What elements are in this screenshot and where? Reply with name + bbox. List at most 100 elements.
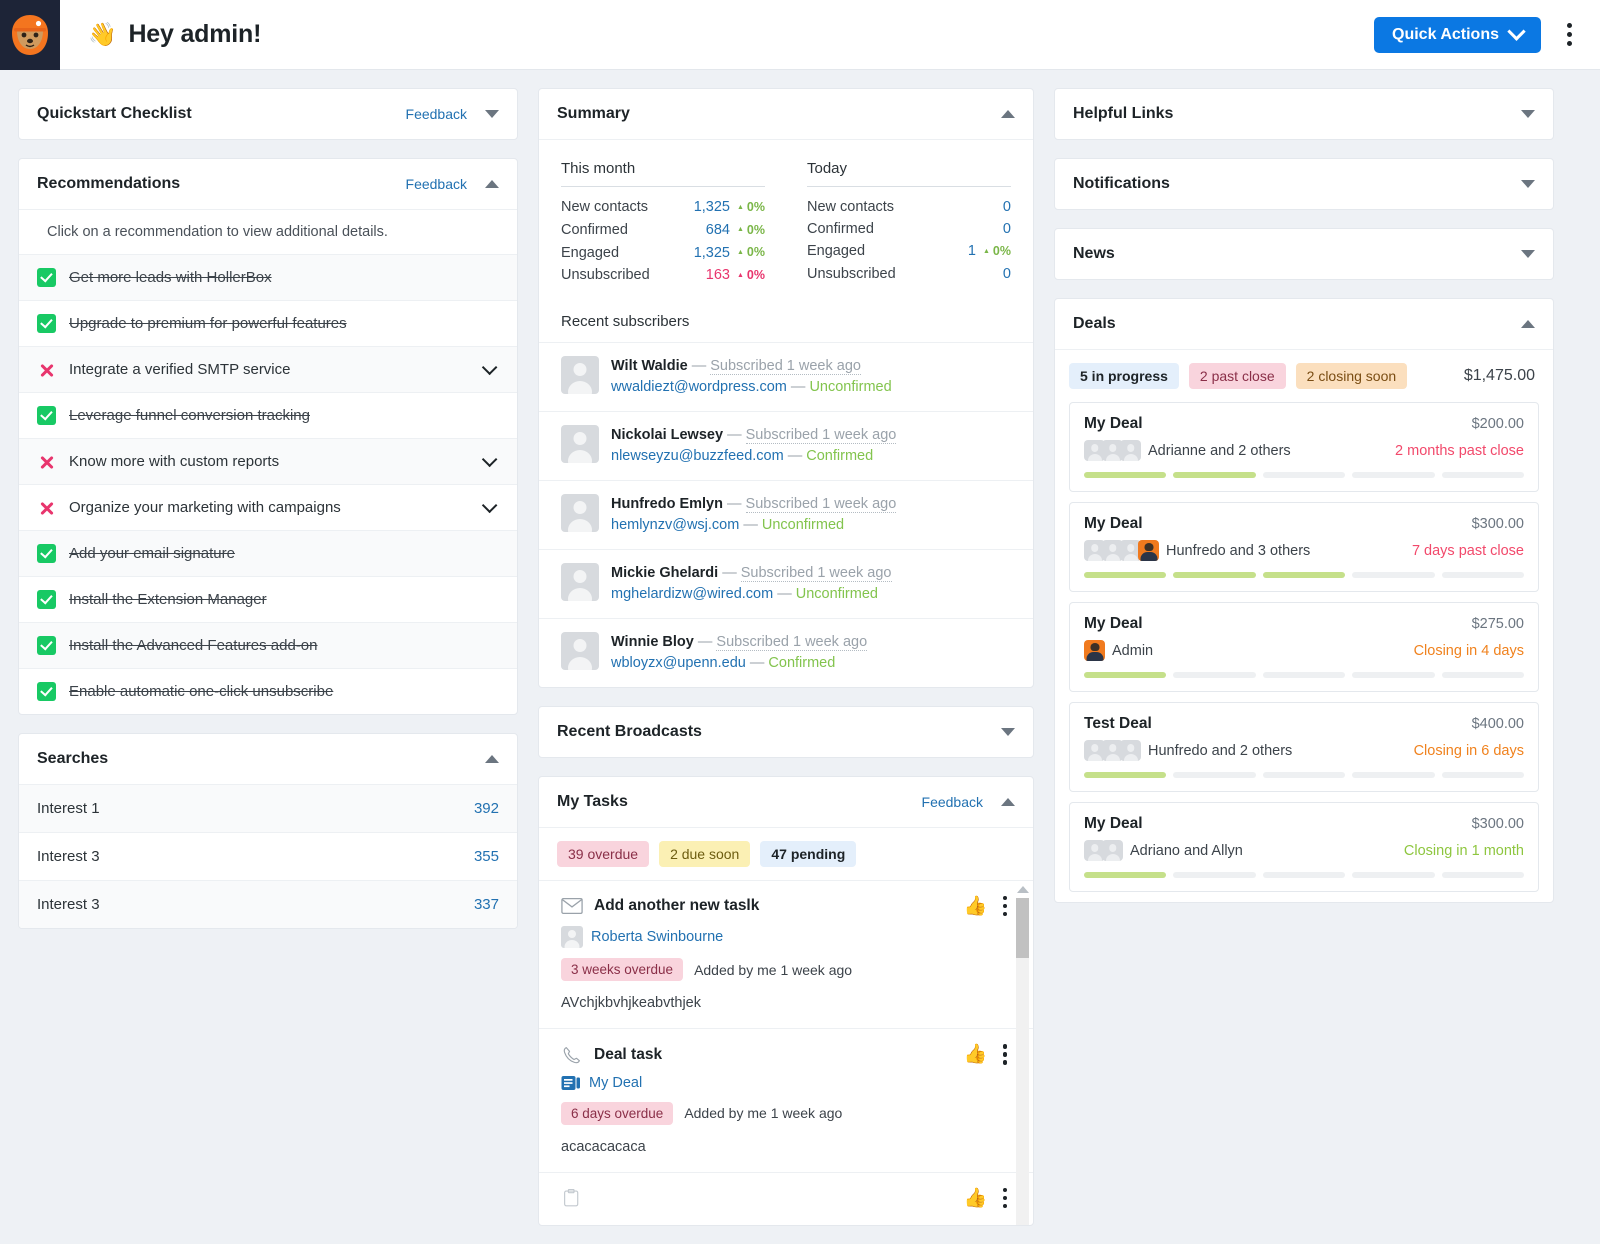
deal-card[interactable]: My Deal $300.00 Hunfredo and 3 others 7 … [1069, 502, 1539, 592]
app-logo[interactable] [0, 0, 60, 70]
task-added: Added by me 1 week ago [684, 1105, 843, 1122]
avatar [1120, 740, 1141, 761]
subscriber-when: Subscribed 1 week ago [710, 357, 861, 375]
recommendation-item[interactable]: Integrate a verified SMTP service [19, 346, 517, 392]
collapse-toggle-icon[interactable] [1521, 110, 1535, 118]
chip-past-close[interactable]: 2 past close [1188, 363, 1286, 389]
quickstart-feedback-link[interactable]: Feedback [406, 106, 467, 122]
task-deal-link[interactable]: My Deal [589, 1075, 642, 1091]
deal-card[interactable]: My Deal $200.00 Adrianne and 2 others 2 … [1069, 402, 1539, 492]
recommendation-item[interactable]: Enable automatic one-click unsubscribe [19, 668, 517, 714]
subscriber-email[interactable]: wwaldiezt@wordpress.com [611, 379, 787, 395]
separator: — [727, 426, 742, 443]
recommendation-item[interactable]: Get more leads with HollerBox [19, 254, 517, 300]
chevron-down-icon[interactable] [481, 451, 498, 468]
deal-status: Closing in 4 days [1413, 642, 1524, 659]
recommendation-label: Upgrade to premium for powerful features [69, 315, 347, 332]
deal-card[interactable]: My Deal $275.00 Admin Closing in 4 days [1069, 602, 1539, 692]
check-icon [37, 406, 56, 425]
searches-header: Searches [19, 734, 517, 784]
search-count: 355 [473, 848, 499, 865]
tasks-scrollbar[interactable] [1016, 885, 1029, 1226]
thumbs-up-icon[interactable]: 👍 [964, 1189, 988, 1208]
subscriber-email[interactable]: nlewseyzu@buzzfeed.com [611, 448, 784, 464]
recommendations-feedback-link[interactable]: Feedback [406, 176, 467, 192]
subscriber-row[interactable]: Wilt Waldie — Subscribed 1 week ago wwal… [539, 341, 1033, 411]
stat-label: Engaged [561, 244, 620, 261]
stat-label: Unsubscribed [807, 265, 896, 282]
search-row[interactable]: Interest 3 337 [19, 880, 517, 928]
search-row[interactable]: Interest 1 392 [19, 784, 517, 832]
collapse-toggle-icon[interactable] [1521, 320, 1535, 328]
collapse-toggle-icon[interactable] [485, 180, 499, 188]
news-card: News [1054, 228, 1554, 280]
task-person-link[interactable]: Roberta Swinbourne [591, 929, 723, 945]
deal-avatars [1084, 840, 1123, 861]
collapse-toggle-icon[interactable] [1001, 110, 1015, 118]
topbar-actions: Quick Actions [1374, 16, 1600, 53]
recommendation-item[interactable]: Leverage funnel conversion tracking [19, 392, 517, 438]
quick-actions-button[interactable]: Quick Actions [1374, 16, 1541, 53]
left-column: Quickstart Checklist Feedback Recommenda… [18, 88, 518, 947]
subscriber-row[interactable]: Hunfredo Emlyn — Subscribed 1 week ago h… [539, 479, 1033, 549]
thumbs-up-icon[interactable]: 👍 [964, 897, 988, 916]
stat-label: Confirmed [807, 221, 874, 237]
subscriber-name: Mickie Ghelardi [611, 564, 719, 581]
deal-card[interactable]: My Deal $300.00 Adriano and Allyn Closin… [1069, 802, 1539, 892]
subscriber-status: Unconfirmed [795, 585, 878, 602]
subscriber-row[interactable]: Nickolai Lewsey — Subscribed 1 week ago … [539, 410, 1033, 480]
chip-closing-soon[interactable]: 2 closing soon [1295, 363, 1408, 389]
recommendation-item[interactable]: Know more with custom reports [19, 438, 517, 484]
chip-due-soon[interactable]: 2 due soon [659, 840, 751, 867]
deal-card[interactable]: Test Deal $400.00 Hunfredo and 2 others … [1069, 702, 1539, 792]
my-tasks-feedback-link[interactable]: Feedback [922, 794, 983, 810]
chevron-down-icon[interactable] [481, 359, 498, 376]
task-menu-button[interactable] [999, 1187, 1012, 1209]
subscriber-email[interactable]: wbloyzx@upenn.edu [611, 655, 746, 671]
more-options-button[interactable] [1559, 17, 1580, 52]
task-item[interactable]: Add another new taslk 👍 Roberta Swinbour… [539, 879, 1033, 1029]
thumbs-up-icon[interactable]: 👍 [964, 1045, 988, 1064]
collapse-toggle-icon[interactable] [1521, 250, 1535, 258]
subscriber-email[interactable]: mghelardizw@wired.com [611, 586, 773, 602]
chip-overdue[interactable]: 39 overdue [557, 840, 650, 867]
recommendation-item[interactable]: Add your email signature [19, 530, 517, 576]
stat-label: New contacts [561, 199, 649, 216]
task-menu-button[interactable] [999, 1044, 1012, 1065]
collapse-toggle-icon[interactable] [1521, 180, 1535, 188]
separator: — [697, 633, 713, 650]
chevron-down-icon[interactable] [481, 497, 498, 514]
deal-amount: $300.00 [1471, 516, 1524, 532]
recommendation-item[interactable]: Install the Advanced Features add-on [19, 622, 517, 668]
collapse-toggle-icon[interactable] [485, 110, 499, 118]
summary-title: Summary [557, 105, 630, 122]
subscriber-row[interactable]: Winnie Bloy — Subscribed 1 week ago wblo… [539, 617, 1033, 687]
collapse-toggle-icon[interactable] [485, 755, 499, 763]
scrollbar-thumb[interactable] [1016, 897, 1029, 958]
check-icon [37, 590, 56, 609]
subscriber-when: Subscribed 1 week ago [740, 564, 892, 582]
recommendation-item[interactable]: Organize your marketing with campaigns [19, 484, 517, 530]
collapse-toggle-icon[interactable] [1001, 727, 1015, 736]
collapse-toggle-icon[interactable] [1001, 797, 1015, 806]
task-menu-button[interactable] [999, 895, 1012, 917]
subscriber-email[interactable]: hemlynzv@wsj.com [611, 517, 739, 533]
recommendations-header: Recommendations Feedback [19, 159, 517, 209]
recommendation-item[interactable]: Install the Extension Manager [19, 576, 517, 622]
search-count: 337 [473, 896, 499, 913]
deal-amount: $200.00 [1471, 416, 1524, 432]
chip-in-progress[interactable]: 5 in progress [1069, 363, 1179, 389]
deals-summary-bar: 5 in progress 2 past close 2 closing soo… [1055, 349, 1553, 402]
search-row[interactable]: Interest 3 355 [19, 832, 517, 880]
chip-pending[interactable]: 47 pending [760, 840, 857, 867]
recommendations-note: Click on a recommendation to view additi… [19, 209, 517, 254]
deal-row-top: My Deal $300.00 [1084, 815, 1524, 833]
recommendation-item[interactable]: Upgrade to premium for powerful features [19, 300, 517, 346]
task-item[interactable]: 👍 [539, 1171, 1033, 1226]
scroll-up-arrow-icon[interactable] [1016, 885, 1029, 893]
subscriber-row[interactable]: Mickie Ghelardi — Subscribed 1 week ago … [539, 548, 1033, 618]
recommendations-title: Recommendations [37, 175, 181, 192]
task-item[interactable]: Deal task 👍 My Deal 6 days overdue Added… [539, 1028, 1033, 1172]
task-description: AVchjkbvhjkeabvthjek [561, 995, 701, 1012]
deal-amount: $275.00 [1471, 616, 1524, 632]
